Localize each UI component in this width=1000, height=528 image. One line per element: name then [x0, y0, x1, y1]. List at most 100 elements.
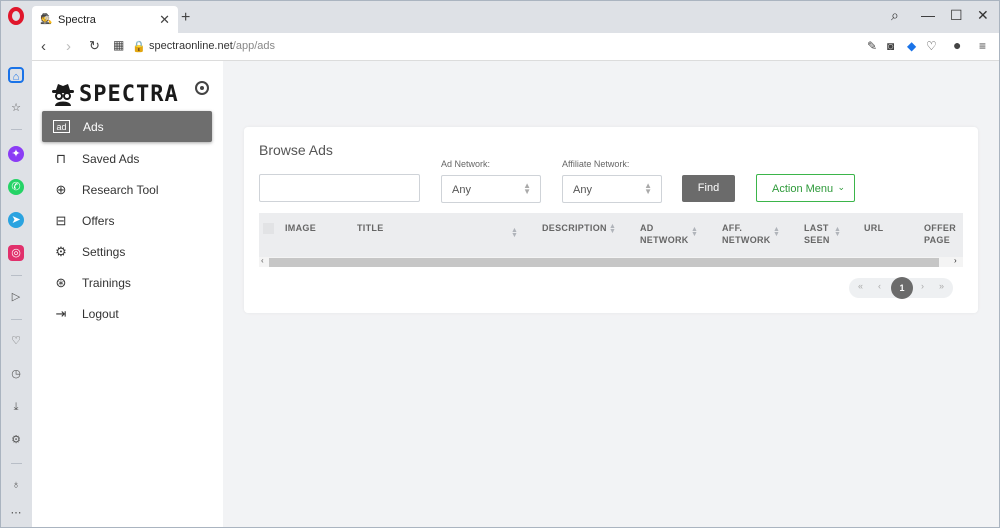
settings-gear-icon[interactable] — [195, 81, 209, 95]
home-icon[interactable]: ⌂ — [8, 67, 24, 83]
col-ad-network-line2: NETWORK — [640, 235, 689, 245]
col-url[interactable]: URL — [864, 222, 883, 234]
affiliate-network-label: Affiliate Network: — [562, 159, 630, 169]
sidebar-item-label: Saved Ads — [82, 151, 140, 166]
address-bar: ‹ › ↻ ▦ 🔒 spectraonline.net/app/ads ✎ ◙ … — [1, 33, 999, 61]
col-aff-network[interactable]: AFF. NETWORK — [722, 222, 771, 246]
col-image[interactable]: IMAGE — [285, 222, 316, 234]
sidebar-item-ads[interactable]: ad Ads — [42, 111, 212, 142]
select-all-checkbox[interactable] — [263, 223, 274, 234]
sidebar-item-saved-ads[interactable]: ⊓ Saved Ads — [42, 143, 212, 174]
chevron-down-icon: ⌄ — [837, 182, 845, 192]
first-page-icon[interactable]: « — [858, 281, 863, 291]
maximize-icon[interactable]: ☐ — [950, 7, 963, 24]
find-button[interactable]: Find — [682, 175, 735, 202]
minimize-icon[interactable]: — — [921, 7, 935, 23]
spectra-logo[interactable]: SPECTRA — [50, 81, 179, 107]
sort-icon[interactable]: ▲ ▼ — [773, 226, 780, 238]
sort-icon[interactable]: ▲ ▼ — [834, 226, 841, 238]
sidebar-item-label: Research Tool — [82, 182, 159, 197]
archive-icon: ⊟ — [55, 212, 67, 228]
ad-network-select[interactable]: Any ▲ ▼ — [441, 175, 541, 203]
affiliate-network-value: Any — [573, 184, 592, 196]
vpn-shield-icon[interactable]: ◆ — [907, 39, 916, 53]
scroll-left-icon[interactable]: ‹ — [261, 256, 264, 265]
lock-icon[interactable]: 🔒 — [132, 40, 146, 53]
sidebar-item-trainings[interactable]: ⊛ Trainings — [42, 267, 212, 298]
settings-icon[interactable]: ⚙ — [8, 432, 24, 448]
heart-icon[interactable]: ♡ — [926, 39, 937, 53]
more-icon[interactable]: ⋯ — [8, 505, 24, 521]
ad-icon: ad — [53, 120, 70, 133]
browser-tab[interactable]: 🕵 Spectra ✕ — [32, 6, 178, 33]
col-description[interactable]: DESCRIPTION — [542, 222, 607, 234]
prev-page-icon[interactable]: ‹ — [878, 281, 881, 291]
pinboard-icon[interactable]: ☆ — [8, 100, 24, 116]
player-icon[interactable]: ▷ — [8, 289, 24, 305]
affiliate-network-select[interactable]: Any ▲ ▼ — [562, 175, 662, 203]
sidebar-item-settings[interactable]: ⚙ Settings — [42, 236, 212, 267]
next-page-icon[interactable]: › — [921, 281, 924, 291]
telegram-icon[interactable]: ➤ — [8, 212, 24, 228]
select-arrows-icon: ▲ ▼ — [523, 181, 531, 196]
spectra-favicon-icon: 🕵 — [40, 13, 53, 25]
bookmarks-heart-icon[interactable]: ♡ — [8, 333, 24, 349]
col-offer-page[interactable]: OFFER PAGE — [924, 222, 956, 246]
snapshot-icon[interactable]: ◙ — [887, 39, 894, 53]
sidebar-item-research-tool[interactable]: ⊕ Research Tool — [42, 174, 212, 205]
ad-network-value: Any — [452, 184, 471, 196]
sort-icon[interactable]: ▲ ▼ — [511, 227, 518, 239]
col-offer-page-line2: PAGE — [924, 235, 951, 245]
edit-page-icon[interactable]: ✎ — [867, 39, 877, 53]
scrollbar-thumb[interactable] — [269, 258, 939, 267]
action-menu-button[interactable]: Action Menu ⌄ — [756, 174, 855, 202]
tips-icon[interactable]: ♁ — [8, 477, 24, 493]
col-last-seen[interactable]: LAST SEEN — [804, 222, 830, 246]
col-title[interactable]: TITLE — [357, 222, 384, 234]
col-last-seen-line2: SEEN — [804, 235, 830, 245]
page-number-active[interactable]: 1 — [891, 277, 913, 299]
close-window-icon[interactable]: ✕ — [977, 7, 989, 24]
new-tab-icon[interactable]: + — [181, 9, 190, 27]
sort-icon[interactable]: ▲ ▼ — [609, 223, 616, 235]
sidebar-item-label: Offers — [82, 213, 115, 228]
speed-dial-icon[interactable]: ▦ — [113, 38, 124, 52]
col-last-seen-line1: LAST — [804, 223, 829, 233]
action-menu-label: Action Menu — [772, 183, 834, 195]
gear-icon: ⚙ — [55, 243, 67, 259]
last-page-icon[interactable]: » — [939, 281, 944, 291]
horizontal-scrollbar[interactable]: ‹ › — [259, 256, 963, 267]
history-icon[interactable]: ◷ — [8, 366, 24, 382]
page-title: Browse Ads — [259, 142, 333, 158]
sidebar-item-offers[interactable]: ⊟ Offers — [42, 205, 212, 236]
sort-icon[interactable]: ▲ ▼ — [691, 226, 698, 238]
col-offer-page-line1: OFFER — [924, 223, 956, 233]
brand-name: SPECTRA — [79, 81, 179, 107]
pagination: « ‹ 1 › » — [849, 277, 953, 299]
search-input[interactable] — [259, 174, 420, 202]
profile-icon[interactable]: ● — [953, 37, 961, 53]
forward-icon[interactable]: › — [66, 38, 71, 55]
tab-bar: 🕵 Spectra ✕ + ⌕ — ☐ ✕ — [1, 1, 999, 33]
opera-logo-icon[interactable] — [8, 7, 24, 25]
menu-icon[interactable]: ≡ — [979, 39, 986, 53]
instagram-icon[interactable]: ◎ — [8, 245, 24, 261]
sidebar-item-label: Trainings — [82, 275, 131, 290]
whatsapp-icon[interactable]: ✆ — [8, 179, 24, 195]
back-icon[interactable]: ‹ — [41, 38, 46, 55]
url-path: /app/ads — [232, 40, 275, 52]
search-tabs-icon[interactable]: ⌕ — [891, 7, 899, 24]
downloads-icon[interactable]: ⤓ — [8, 399, 24, 415]
messenger-icon[interactable]: ✦ — [8, 146, 24, 162]
close-tab-icon[interactable]: ✕ — [159, 12, 170, 28]
col-ad-network[interactable]: AD NETWORK — [640, 222, 689, 246]
select-arrows-icon: ▲ ▼ — [644, 181, 652, 196]
sidebar-item-logout[interactable]: ⇥ Logout — [42, 298, 212, 329]
globe-icon: ⊕ — [55, 181, 67, 197]
reload-icon[interactable]: ↻ — [89, 38, 100, 54]
url-field[interactable]: spectraonline.net/app/ads — [149, 40, 275, 52]
col-ad-network-line1: AD — [640, 223, 654, 233]
opera-sidebar: ⌂ ☆ ✦ ✆ ➤ ◎ ▷ ♡ ◷ ⤓ ⚙ ♁ ⋯ — [1, 33, 32, 527]
col-aff-network-line2: NETWORK — [722, 235, 771, 245]
scroll-right-icon[interactable]: › — [954, 256, 957, 265]
